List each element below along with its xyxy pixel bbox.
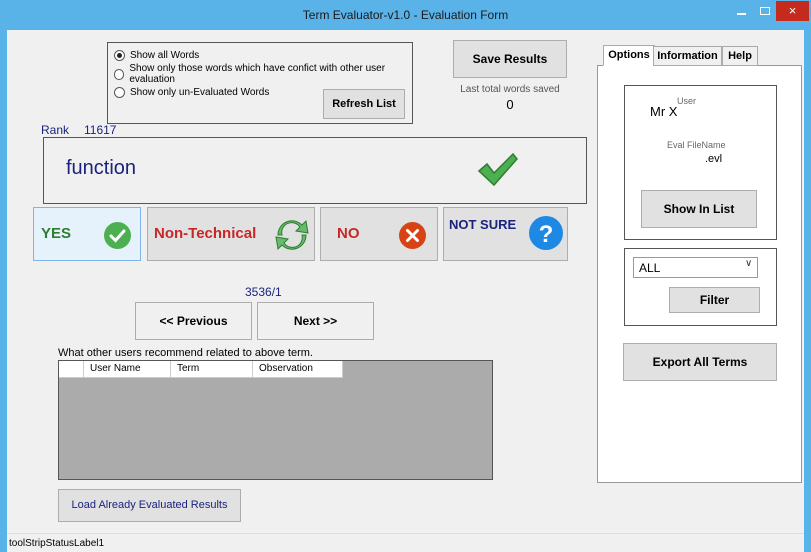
recommendations-grid[interactable]: User Name Term Observation	[58, 360, 493, 480]
window-title: Term Evaluator-v1.0 - Evaluation Form	[302, 8, 509, 22]
show-in-list-button[interactable]: Show In List	[641, 190, 757, 228]
refresh-list-button[interactable]: Refresh List	[323, 89, 405, 119]
last-saved-label: Last total words saved	[460, 84, 560, 95]
last-saved-count: 0	[506, 97, 514, 112]
rank-value: 11617	[84, 123, 117, 137]
non-technical-label: Non-Technical	[154, 225, 257, 242]
term-word: function	[66, 157, 137, 179]
rank-label: Rank	[41, 123, 70, 137]
close-button[interactable]: ×	[776, 1, 809, 21]
check-circle-icon	[103, 221, 132, 254]
filter-dropdown[interactable]: ALL	[633, 257, 758, 278]
minimize-button[interactable]	[735, 4, 749, 18]
status-label: toolStripStatusLabel1	[9, 538, 105, 549]
column-header-row-selector[interactable]	[59, 361, 84, 378]
x-circle-icon	[398, 221, 427, 254]
previous-button[interactable]: << Previous	[135, 302, 252, 340]
radio-label: Show only those words which have confict…	[129, 63, 386, 85]
maximize-button[interactable]	[758, 4, 772, 18]
filter-button[interactable]: Filter	[669, 287, 760, 313]
radio-button[interactable]	[114, 68, 125, 80]
no-label: NO	[337, 225, 360, 242]
window-border-right	[804, 30, 811, 552]
save-results-button[interactable]: Save Results	[453, 40, 567, 78]
eval-filename-value: .evl	[705, 153, 723, 165]
tab-help[interactable]: Help	[722, 46, 758, 66]
eval-filename-caption: Eval FileName	[667, 140, 726, 150]
column-header-term[interactable]: Term	[171, 361, 253, 378]
column-header-user-name[interactable]: User Name	[84, 361, 171, 378]
radio-label: Show only un-Evaluated Words	[130, 86, 270, 98]
load-evaluated-results-button[interactable]: Load Already Evaluated Results	[58, 489, 241, 522]
window-border-left	[0, 30, 7, 552]
chevron-down-icon[interactable]: ∨	[745, 258, 752, 269]
radio-show-unevaluated[interactable]: Show only un-Evaluated Words	[114, 85, 269, 99]
grid-header: User Name Term Observation	[59, 361, 343, 378]
user-caption: User	[677, 96, 697, 106]
column-header-observation[interactable]: Observation	[253, 361, 343, 378]
yes-button[interactable]: YES	[33, 207, 141, 261]
not-sure-button[interactable]: NOT SURE ?	[443, 207, 568, 261]
check-mark-icon	[477, 151, 519, 189]
next-button[interactable]: Next >>	[257, 302, 374, 340]
recommendations-label: What other users recommend related to ab…	[58, 347, 313, 359]
question-circle-icon: ?	[528, 215, 564, 255]
svg-text:?: ?	[539, 221, 554, 248]
refresh-arrows-icon	[272, 213, 312, 261]
user-name: Mr X	[650, 104, 678, 119]
not-sure-label: NOT SURE	[449, 217, 517, 232]
title-bar: Term Evaluator-v1.0 - Evaluation Form	[0, 0, 811, 30]
status-bar: toolStripStatusLabel1	[7, 533, 804, 552]
yes-label: YES	[41, 225, 72, 242]
non-technical-button[interactable]: Non-Technical	[147, 207, 315, 261]
export-all-terms-button[interactable]: Export All Terms	[623, 343, 777, 381]
tab-information[interactable]: Information	[653, 46, 722, 66]
no-button[interactable]: NO	[320, 207, 438, 261]
radio-label: Show all Words	[130, 49, 200, 61]
tab-options[interactable]: Options	[603, 45, 655, 66]
radio-button-selected[interactable]	[114, 49, 125, 61]
radio-button[interactable]	[114, 86, 125, 98]
radio-show-conflicts[interactable]: Show only those words which have confict…	[114, 63, 412, 85]
progress-counter: 3536/1	[245, 285, 282, 299]
radio-show-all[interactable]: Show all Words	[114, 48, 199, 62]
